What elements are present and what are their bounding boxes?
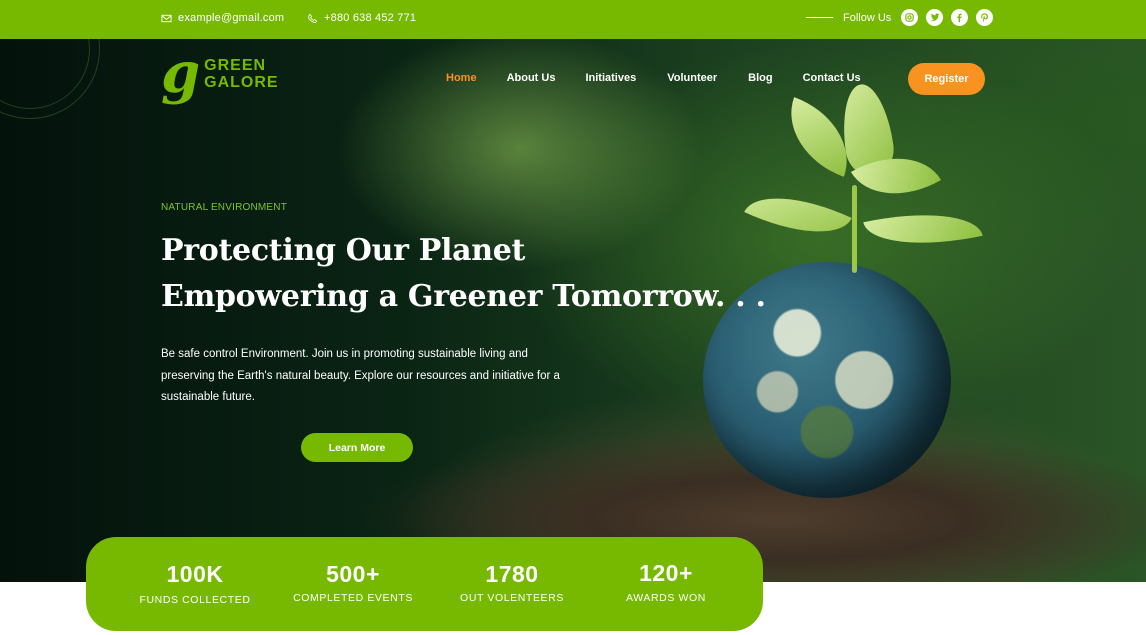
nav-item-blog[interactable]: Blog	[748, 72, 772, 84]
nav-item-volunteer[interactable]: Volunteer	[667, 72, 717, 84]
stat-label: COMPLETED EVENTS	[293, 592, 413, 604]
main-nav: Home About Us Initiatives Volunteer Blog…	[446, 72, 861, 84]
stat-label: FUNDS COLLECTED	[139, 594, 251, 606]
mail-icon	[161, 14, 172, 22]
phone-contact[interactable]: +880 638 452 771	[307, 12, 416, 24]
email-contact[interactable]: example@gmail.com	[161, 12, 284, 24]
logo-line-2: GALORE	[204, 74, 279, 91]
logo-mark: g	[161, 40, 201, 106]
top-bar: example@gmail.com +880 638 452 771 Follo…	[0, 0, 1146, 39]
sapling-stem	[852, 185, 857, 273]
hero-description: Be safe control Environment. Join us in …	[161, 348, 560, 403]
brand-logo[interactable]: g GREEN GALORE	[161, 40, 279, 106]
instagram-icon[interactable]	[901, 9, 919, 26]
stats-panel: 100K FUNDS COLLECTED 500+ COMPLETED EVEN…	[86, 537, 763, 631]
phone-icon	[308, 13, 318, 23]
logo-wordmark: GREEN GALORE	[204, 57, 278, 91]
stat-value: 100K	[166, 561, 224, 587]
nav-item-home[interactable]: Home	[446, 72, 477, 84]
headline-line-2: Empowering a Greener Tomorrow. . .	[161, 279, 766, 314]
follow-label: Follow Us	[843, 11, 892, 24]
stat-value: 1780	[485, 561, 539, 587]
nav-item-about-us[interactable]: About Us	[507, 72, 556, 84]
learn-more-button[interactable]: Learn More	[301, 433, 413, 462]
facebook-icon[interactable]	[951, 9, 969, 26]
hero-headline: Protecting Our Planet Empowering a Green…	[161, 228, 766, 320]
divider-line	[806, 17, 833, 18]
phone-text: +880 638 452 771	[324, 12, 417, 24]
stat-label: OUT VOLENTEERS	[460, 592, 564, 604]
stat-label: AWARDS WON	[626, 592, 706, 604]
email-text: example@gmail.com	[178, 12, 285, 24]
stat-value: 120+	[639, 560, 693, 586]
hero-eyebrow: NATURAL ENVIRONMENT	[161, 202, 288, 213]
follow-us: Follow Us	[806, 9, 994, 26]
nav-item-contact-us[interactable]: Contact Us	[803, 72, 861, 84]
headline-line-1: Protecting Our Planet	[161, 233, 526, 268]
logo-line-1: GREEN	[204, 57, 267, 74]
stat-value: 500+	[326, 561, 380, 587]
pinterest-icon[interactable]	[976, 9, 994, 26]
twitter-icon[interactable]	[926, 9, 944, 26]
register-button[interactable]: Register	[908, 63, 985, 95]
nav-item-initiatives[interactable]: Initiatives	[585, 72, 636, 84]
